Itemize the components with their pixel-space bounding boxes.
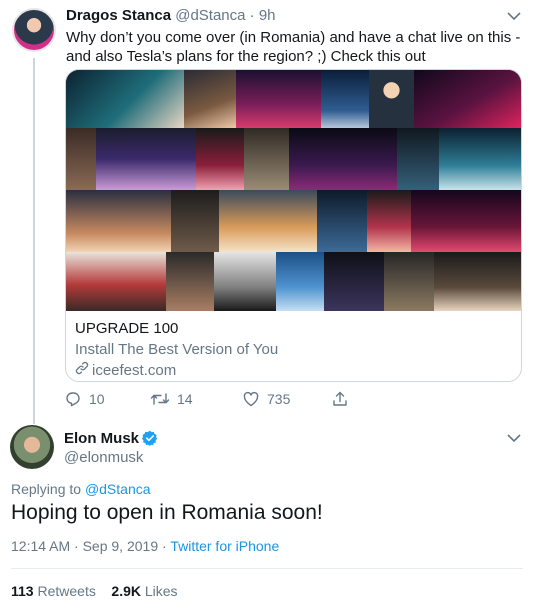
reply-count: 10 (89, 391, 105, 407)
meta-separator: · (158, 538, 171, 554)
replying-to-link[interactable]: @dStanca (85, 481, 151, 497)
tweet-stats: 113 Retweets 2.9K Likes (11, 583, 178, 599)
header-separator: · (245, 7, 259, 24)
chevron-down-icon[interactable] (507, 12, 521, 21)
like-count: 735 (267, 391, 291, 407)
reply-icon (64, 390, 82, 408)
retweet-button[interactable]: 14 (150, 390, 242, 408)
tweet-meta: 12:14 AM · Sep 9, 2019 · Twitter for iPh… (11, 538, 279, 554)
tweet-time[interactable]: 9h (259, 7, 276, 24)
chevron-down-icon[interactable] (507, 434, 521, 443)
card-domain: iceefest.com (75, 361, 512, 381)
reply-button[interactable]: 10 (64, 390, 150, 408)
replying-to: Replying to @dStanca (11, 481, 151, 497)
author-handle[interactable]: @dStanca (175, 7, 245, 24)
likes-count: 2.9K (111, 583, 141, 599)
tweet-text: Hoping to open in Romania soon! (11, 501, 323, 524)
author-name[interactable]: Elon Musk (64, 430, 139, 447)
author-handle[interactable]: @elonmusk (64, 449, 143, 466)
tweet-header: Elon Musk (64, 430, 158, 450)
share-button[interactable] (331, 390, 349, 408)
link-icon (75, 361, 89, 381)
verified-badge-icon (141, 430, 158, 450)
replying-prefix: Replying to (11, 481, 85, 497)
avatar[interactable] (10, 425, 54, 469)
share-icon (331, 390, 349, 408)
likes-stat[interactable]: 2.9K Likes (111, 583, 177, 599)
likes-label: Likes (144, 583, 178, 599)
tweet-text: Why don’t you come over (in Romania) and… (66, 29, 521, 65)
card-domain-text: iceefest.com (92, 362, 177, 379)
card-meta: UPGRADE 100 Install The Best Version of … (75, 319, 512, 381)
card-title: UPGRADE 100 (75, 320, 179, 337)
link-card[interactable]: UPGRADE 100 Install The Best Version of … (65, 69, 522, 382)
retweet-count: 14 (177, 391, 193, 407)
thread-connector-line (33, 58, 35, 424)
like-button[interactable]: 735 (242, 390, 331, 408)
avatar[interactable] (12, 8, 56, 52)
card-image (66, 70, 521, 311)
tweet-source-link[interactable]: Twitter for iPhone (170, 538, 279, 554)
card-description: Install The Best Version of You (75, 341, 279, 358)
tweet-actions: 10 14 735 (64, 390, 349, 408)
retweets-count: 113 (11, 583, 34, 599)
tweet-timestamp[interactable]: 12:14 AM · Sep 9, 2019 (11, 538, 158, 554)
retweets-label: Retweets (37, 583, 96, 599)
retweets-stat[interactable]: 113 Retweets (11, 583, 96, 599)
tweet-header: Dragos Stanca @dStanca · 9h (66, 7, 276, 24)
author-name[interactable]: Dragos Stanca (66, 7, 171, 24)
divider (11, 568, 523, 569)
retweet-icon (150, 390, 170, 408)
heart-icon (242, 390, 260, 408)
